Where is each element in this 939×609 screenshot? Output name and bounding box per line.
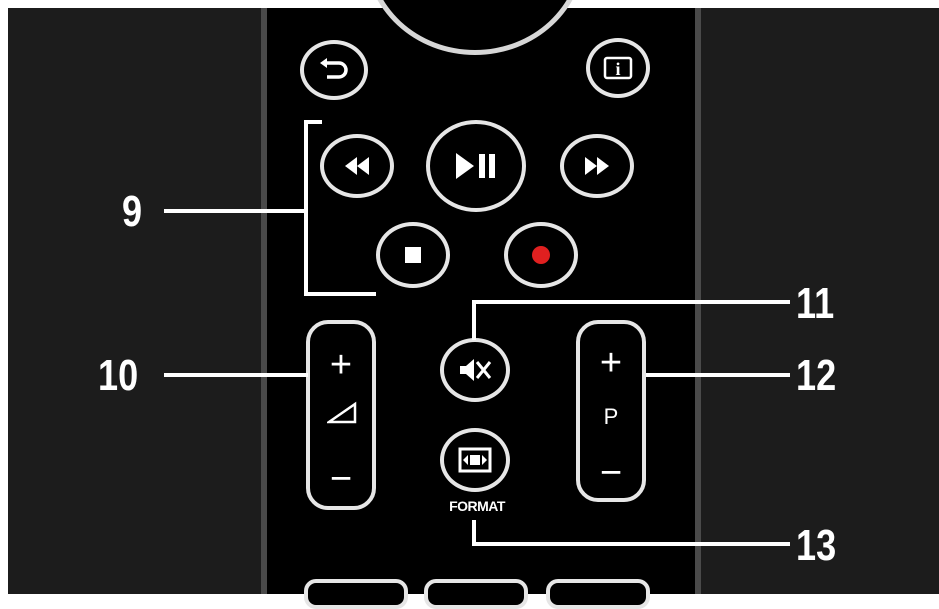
program-rocker: + P − <box>576 320 646 502</box>
callout-line-9 <box>164 209 304 213</box>
volume-up-button[interactable]: + <box>310 346 372 384</box>
info-button[interactable]: i <box>586 38 650 98</box>
callout-number-11: 11 <box>796 279 835 328</box>
record-button[interactable] <box>504 222 578 288</box>
diagram-canvas: i + − FORMAT + P − 9 10 11 12 13 <box>0 0 939 609</box>
mute-icon <box>460 359 492 381</box>
callout-bracket-9 <box>304 120 308 296</box>
format-icon <box>458 447 492 473</box>
format-label: FORMAT <box>449 498 505 514</box>
callout-bracket-9-bottom <box>304 292 376 296</box>
callout-line-11-drop <box>472 300 476 340</box>
svg-text:i: i <box>615 59 620 79</box>
info-icon: i <box>603 56 633 80</box>
stop-button[interactable] <box>376 222 450 288</box>
volume-rocker: + − <box>306 320 376 510</box>
format-button[interactable] <box>440 428 510 492</box>
color-key-2[interactable] <box>424 579 528 609</box>
color-key-3[interactable] <box>546 579 650 609</box>
callout-line-11 <box>472 300 790 304</box>
callout-number-9: 9 <box>122 187 143 236</box>
play-pause-icon <box>456 153 495 179</box>
volume-icon <box>324 400 359 431</box>
fast-forward-button[interactable] <box>560 134 634 198</box>
callout-number-13: 13 <box>796 521 837 570</box>
callout-line-13 <box>472 542 790 546</box>
program-up-button[interactable]: + <box>580 344 642 382</box>
program-down-button[interactable]: − <box>580 454 642 492</box>
mute-button[interactable] <box>440 338 510 402</box>
program-label: P <box>603 404 619 429</box>
callout-number-10: 10 <box>98 351 139 400</box>
color-key-1[interactable] <box>304 579 408 609</box>
play-pause-button[interactable] <box>426 120 526 212</box>
callout-bracket-9-top <box>304 120 322 124</box>
fast-forward-icon <box>585 157 609 175</box>
back-button[interactable] <box>300 40 368 100</box>
callout-line-12 <box>646 373 790 377</box>
volume-down-button[interactable]: − <box>310 460 372 498</box>
back-arrow-icon <box>320 58 348 79</box>
record-icon <box>532 246 550 264</box>
callout-number-12: 12 <box>796 351 837 400</box>
stop-icon <box>405 247 421 263</box>
callout-line-10 <box>164 373 308 377</box>
rewind-button[interactable] <box>320 134 394 198</box>
rewind-icon <box>345 157 369 175</box>
